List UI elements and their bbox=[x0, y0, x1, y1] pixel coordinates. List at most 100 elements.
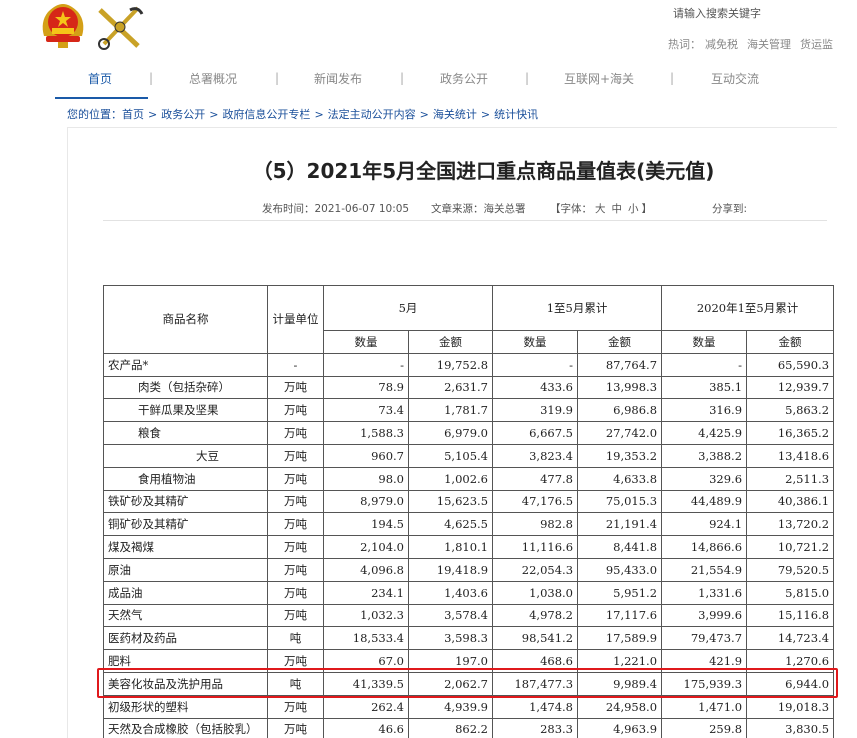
amount-cell: 17,589.9 bbox=[577, 626, 663, 651]
amount-cell: 6,944.0 bbox=[746, 671, 835, 696]
amount-cell: 3,830.5 bbox=[746, 717, 835, 738]
table-row: 干鲜瓜果及坚果 万吨 73.4 1,781.7 319.9 6,986.8 316.9 5,8… bbox=[103, 398, 835, 423]
quantity-cell: 1,471.0 bbox=[661, 694, 748, 719]
amount-cell: 1,810.1 bbox=[407, 535, 494, 559]
header-amount: 金额 bbox=[407, 330, 494, 354]
quantity-cell: 4,425.9 bbox=[661, 421, 748, 445]
publish-time: 发布时间：2021-06-07 10:05 bbox=[262, 203, 410, 215]
commodity-name-cell: 肉类（包括杂碎） bbox=[103, 375, 268, 400]
national-emblem-icon bbox=[42, 4, 84, 48]
amount-cell: 5,815.0 bbox=[746, 580, 835, 605]
quantity-cell: 194.5 bbox=[323, 512, 409, 537]
breadcrumb-item[interactable]: 政府信息公开专栏 bbox=[222, 108, 310, 121]
font-size-large-button[interactable]: 大 bbox=[595, 203, 606, 215]
quantity-cell: 3,999.6 bbox=[661, 603, 748, 628]
quantity-cell: 3,823.4 bbox=[492, 443, 579, 468]
table-row: 煤及褐煤 万吨 2,104.0 1,810.1 11,116.6 8,441.8 14,86… bbox=[103, 535, 835, 559]
table-row: 铁矿砂及其精矿 万吨 8,979.0 15,623.5 47,176.5 75,015.3… bbox=[103, 489, 835, 514]
amount-cell: 15,623.5 bbox=[407, 489, 494, 514]
nav-interaction[interactable]: 互动交流 bbox=[711, 70, 759, 87]
amount-cell: 8,441.8 bbox=[577, 535, 663, 559]
commodity-name-cell: 肥料 bbox=[103, 649, 268, 673]
commodity-name-cell: 铜矿砂及其精矿 bbox=[103, 512, 268, 537]
hot-word-link[interactable]: 海关管理 bbox=[747, 38, 791, 51]
amount-cell: 2,062.7 bbox=[407, 671, 494, 696]
quantity-cell: 924.1 bbox=[661, 512, 748, 537]
quantity-cell: 21,554.9 bbox=[661, 557, 748, 582]
main-nav: 首页 | 总署概况 | 新闻发布 | 政务公开 | 互联网+海关 | 互动交流 bbox=[55, 70, 827, 98]
unit-cell: 万吨 bbox=[267, 375, 324, 400]
share-label: 分享到: bbox=[712, 203, 748, 215]
amount-cell: 19,018.3 bbox=[746, 694, 835, 719]
table-row: 农产品* - -19,752.8-87,764.7-65,590.3 bbox=[103, 352, 835, 377]
hot-words-label: 热词： bbox=[668, 38, 701, 51]
breadcrumb-item[interactable]: 政务公开 bbox=[161, 108, 205, 121]
quantity-cell: 8,979.0 bbox=[323, 489, 409, 514]
breadcrumb-item[interactable]: 统计快讯 bbox=[494, 108, 538, 121]
amount-cell: 4,633.8 bbox=[577, 466, 663, 491]
amount-cell: 13,998.3 bbox=[577, 375, 663, 400]
amount-cell: 1,270.6 bbox=[746, 649, 835, 673]
breadcrumb-separator: > bbox=[419, 108, 429, 121]
search-input[interactable]: 请输入搜索关键字 bbox=[673, 5, 761, 21]
header-qty: 数量 bbox=[661, 330, 748, 354]
hot-word-link[interactable]: 减免税 bbox=[705, 38, 738, 51]
amount-cell: 16,365.2 bbox=[746, 421, 835, 445]
nav-internet-customs[interactable]: 互联网+海关 bbox=[564, 70, 634, 87]
commodity-name-cell: 铁矿砂及其精矿 bbox=[103, 489, 268, 514]
amount-cell: 5,105.4 bbox=[407, 443, 494, 468]
font-size-label-close: 】 bbox=[641, 203, 653, 215]
amount-cell: 3,598.3 bbox=[407, 626, 494, 651]
amount-cell: 197.0 bbox=[407, 649, 494, 673]
quantity-cell: 6,667.5 bbox=[492, 421, 579, 445]
font-size-medium-button[interactable]: 中 bbox=[612, 203, 623, 215]
amount-cell: 5,863.2 bbox=[746, 398, 835, 423]
quantity-cell: 1,038.0 bbox=[492, 580, 579, 605]
amount-cell: 6,986.8 bbox=[577, 398, 663, 423]
commodity-name-cell: 医药材及药品 bbox=[103, 626, 268, 651]
quantity-cell: 41,339.5 bbox=[323, 671, 409, 696]
quantity-cell: 11,116.6 bbox=[492, 535, 579, 559]
unit-cell: 万吨 bbox=[267, 649, 324, 673]
table-row: 成品油 万吨 234.1 1,403.6 1,038.0 5,951.2 1,331.6 5,… bbox=[103, 580, 835, 605]
nav-home[interactable]: 首页 bbox=[88, 70, 112, 87]
quantity-cell: 283.3 bbox=[492, 717, 579, 738]
quantity-cell: 44,489.9 bbox=[661, 489, 748, 514]
quantity-cell: 14,866.6 bbox=[661, 535, 748, 559]
nav-separator: | bbox=[275, 71, 280, 85]
quantity-cell: 262.4 bbox=[323, 694, 409, 719]
quantity-cell: 78.9 bbox=[323, 375, 409, 400]
nav-separator: | bbox=[670, 71, 675, 85]
font-size-label: 【字体： bbox=[550, 203, 592, 215]
nav-government-affairs[interactable]: 政务公开 bbox=[440, 70, 488, 87]
breadcrumb-item[interactable]: 海关统计 bbox=[433, 108, 477, 121]
quantity-cell: 385.1 bbox=[661, 375, 748, 400]
quantity-cell: 46.6 bbox=[323, 717, 409, 738]
breadcrumb-separator: > bbox=[480, 108, 491, 121]
table-row: 食用植物油 万吨 98.0 1,002.6 477.8 4,633.8 329.6 2,511… bbox=[103, 466, 835, 491]
unit-cell: 万吨 bbox=[267, 443, 324, 468]
amount-cell: 27,742.0 bbox=[577, 421, 663, 445]
quantity-cell: 47,176.5 bbox=[492, 489, 579, 514]
font-size-small-button[interactable]: 小 bbox=[628, 203, 639, 215]
breadcrumb: 您的位置：首页 > 政务公开 > 政府信息公开专栏 > 法定主动公开内容 > 海关统计 > 统计快讯 bbox=[67, 106, 538, 122]
nav-news[interactable]: 新闻发布 bbox=[314, 70, 362, 87]
amount-cell: 65,590.3 bbox=[746, 352, 835, 377]
quantity-cell: 433.6 bbox=[492, 375, 579, 400]
unit-cell: 吨 bbox=[267, 626, 324, 651]
quantity-cell: 477.8 bbox=[492, 466, 579, 491]
quantity-cell: 2,104.0 bbox=[323, 535, 409, 559]
nav-about[interactable]: 总署概况 bbox=[189, 70, 237, 87]
breadcrumb-separator: > bbox=[209, 108, 219, 121]
hot-word-link[interactable]: 货运监 bbox=[800, 38, 833, 51]
quantity-cell: 1,032.3 bbox=[323, 603, 409, 628]
breadcrumb-item[interactable]: 法定主动公开内容 bbox=[328, 108, 416, 121]
amount-cell: 12,939.7 bbox=[746, 375, 835, 400]
quantity-cell: 960.7 bbox=[323, 443, 409, 468]
amount-cell: 1,781.7 bbox=[407, 398, 494, 423]
page-title: （5）2021年5月全国进口重点商品量值表(美元值) bbox=[252, 159, 715, 183]
breadcrumb-item[interactable]: 首页 bbox=[122, 108, 144, 121]
quantity-cell: 468.6 bbox=[492, 649, 579, 673]
breadcrumb-separator: > bbox=[148, 108, 158, 121]
unit-cell: 万吨 bbox=[267, 489, 324, 514]
